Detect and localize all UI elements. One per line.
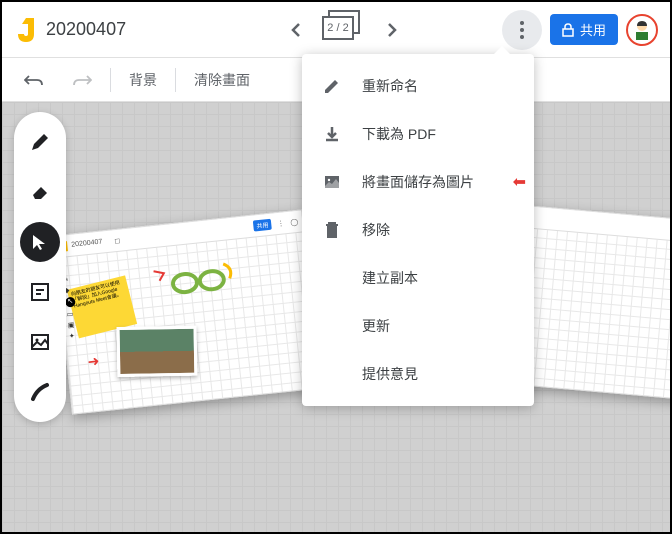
menu-label: 更新 xyxy=(362,316,390,336)
frame-indicator[interactable]: 2 / 2 xyxy=(324,14,364,46)
lock-icon xyxy=(562,23,574,37)
divider xyxy=(110,68,111,92)
prev-frame-button[interactable] xyxy=(276,10,316,50)
kebab-icon xyxy=(520,21,524,39)
pen-tool[interactable] xyxy=(20,122,60,162)
more-options-button[interactable] xyxy=(502,10,542,50)
trash-icon xyxy=(322,221,342,239)
menu-rename[interactable]: 重新命名 xyxy=(302,62,534,110)
drawing-toolbar xyxy=(14,112,66,422)
menu-label: 將畫面儲存為圖片 xyxy=(362,172,474,192)
menu-label: 移除 xyxy=(362,220,390,240)
arrow-icon: ➜ xyxy=(87,352,100,370)
photo-thumbnail xyxy=(117,326,198,377)
pencil-icon xyxy=(322,77,342,95)
menu-feedback[interactable]: 提供意見 xyxy=(302,350,534,398)
next-frame-button[interactable] xyxy=(372,10,412,50)
menu-label: 下載為 PDF xyxy=(362,124,436,144)
divider xyxy=(175,68,176,92)
select-tool[interactable] xyxy=(20,222,60,262)
more-options-menu: 重新命名 下載為 PDF 將畫面儲存為圖片 ⬅ 移除 建立副本 更新 提供意見 xyxy=(302,54,534,406)
document-title[interactable]: 20200407 xyxy=(46,19,186,40)
sticky-note-tool[interactable] xyxy=(20,272,60,312)
menu-duplicate[interactable]: 建立副本 xyxy=(302,254,534,302)
menu-download-pdf[interactable]: 下載為 PDF xyxy=(302,110,534,158)
jamboard-logo-icon xyxy=(14,16,38,44)
redo-button[interactable] xyxy=(62,67,102,93)
doodle-icon xyxy=(148,257,242,306)
laser-tool[interactable] xyxy=(20,372,60,412)
image-tool[interactable] xyxy=(20,322,60,362)
menu-refresh[interactable]: 更新 xyxy=(302,302,534,350)
frame-thumbnail[interactable]: 20200407 ◻ 共用 ⋮ ◯ 向朋友的朋友可以使用「解說」加入Google… xyxy=(53,209,320,414)
menu-label: 提供意見 xyxy=(362,364,418,384)
highlight-arrow-icon: ⬅ xyxy=(513,172,526,192)
eraser-tool[interactable] xyxy=(20,172,60,212)
menu-label: 重新命名 xyxy=(362,76,418,96)
menu-remove[interactable]: 移除 xyxy=(302,206,534,254)
share-button[interactable]: 共用 xyxy=(550,14,618,45)
menu-save-image[interactable]: 將畫面儲存為圖片 ⬅ xyxy=(302,158,534,206)
app-header: 20200407 2 / 2 共用 xyxy=(2,2,670,58)
menu-label: 建立副本 xyxy=(362,268,418,288)
background-button[interactable]: 背景 xyxy=(119,64,167,96)
image-icon xyxy=(322,173,342,191)
share-label: 共用 xyxy=(580,20,606,39)
clear-button[interactable]: 清除畫面 xyxy=(184,64,260,96)
download-icon xyxy=(322,125,342,143)
user-avatar[interactable] xyxy=(626,14,658,46)
undo-button[interactable] xyxy=(14,67,54,93)
